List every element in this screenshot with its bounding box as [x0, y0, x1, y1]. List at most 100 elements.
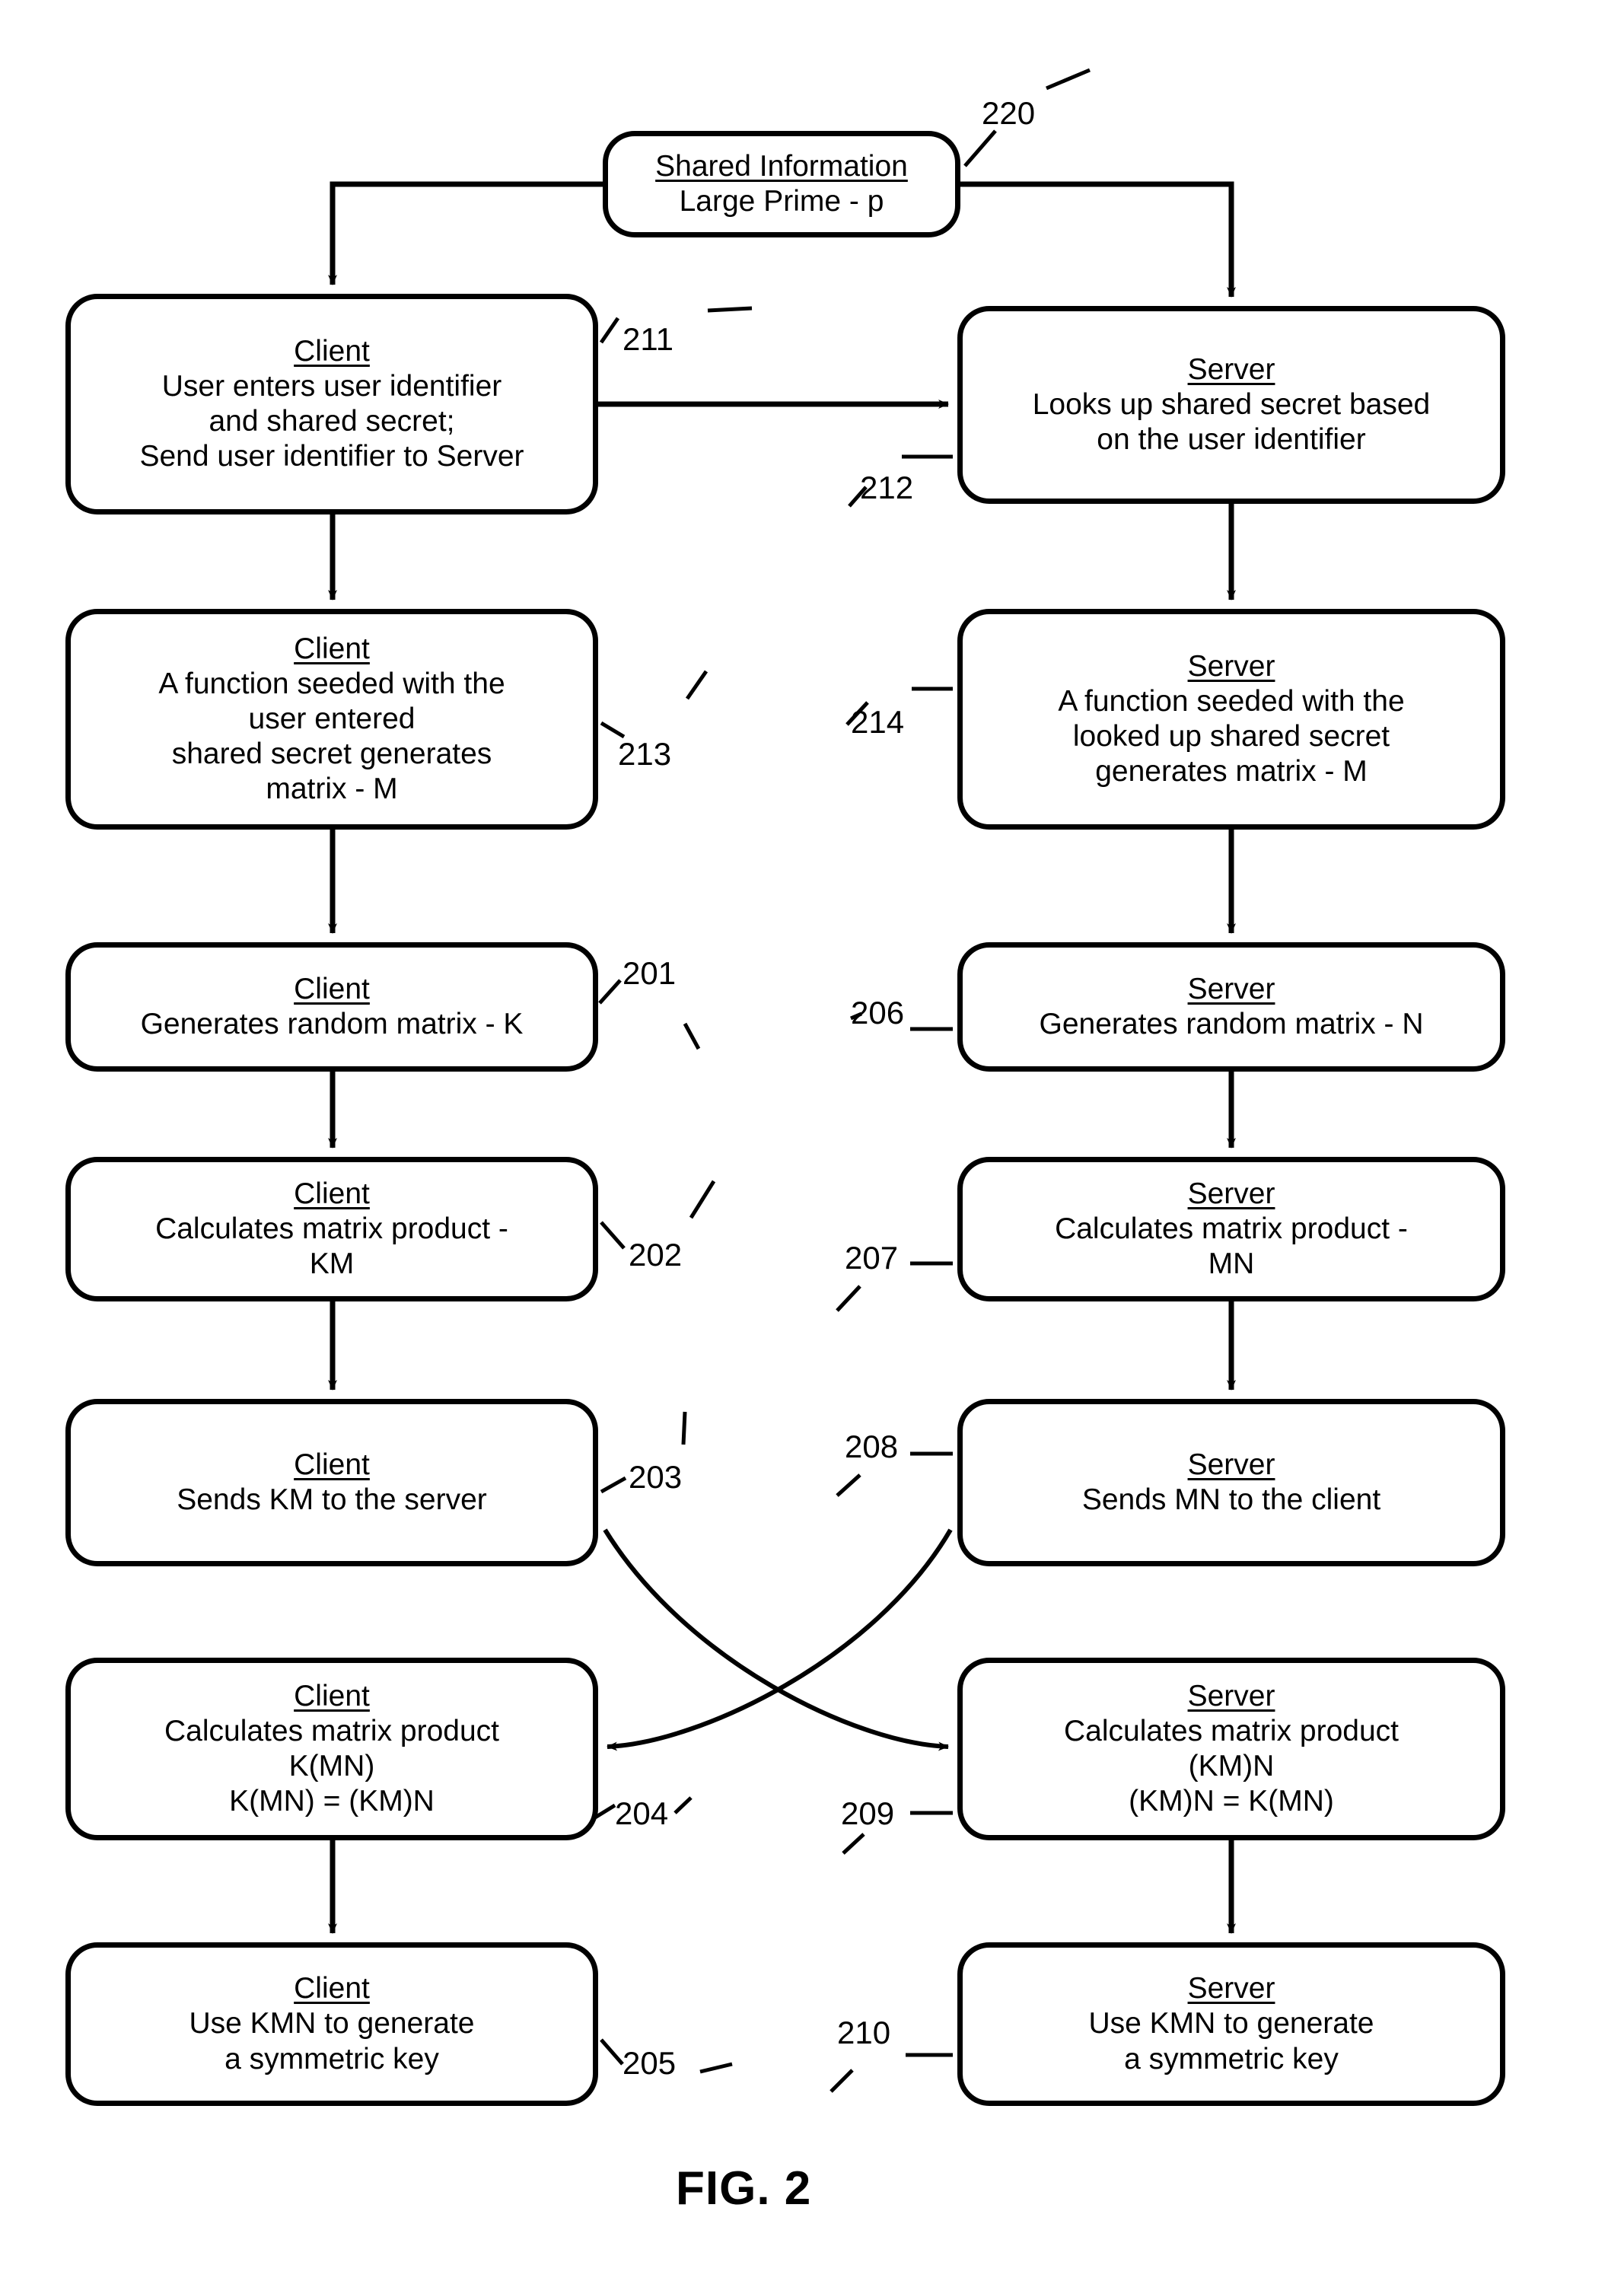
node-line: KM — [309, 1247, 355, 1280]
node-server-symmetric-key[interactable]: Server Use KMN to generate a symmetric k… — [957, 1942, 1505, 2106]
leader-202 — [600, 1221, 626, 1250]
node-client-sends-km[interactable]: Client Sends KM to the server — [65, 1399, 598, 1566]
leader-220 — [963, 129, 997, 167]
wire-203-to-209 — [603, 1528, 949, 1751]
node-role: Client — [294, 1448, 370, 1481]
node-role: Server — [1187, 1972, 1275, 2005]
reference-numeral-214: 214 — [851, 704, 905, 740]
node-line: a symmetric key — [224, 2042, 439, 2076]
leader-213 — [600, 721, 626, 739]
node-role: Client — [294, 334, 370, 368]
reference-numeral-201: 201 — [623, 955, 677, 991]
reference-numeral-208: 208 — [845, 1429, 899, 1464]
leader-201-tail — [683, 1022, 701, 1050]
node-line: A function seeded with the — [158, 667, 505, 700]
node-line: Looks up shared secret based — [1032, 387, 1431, 421]
node-line: generates matrix - M — [1095, 755, 1368, 788]
node-role: Client — [294, 1679, 370, 1712]
node-server-sends-mn[interactable]: Server Sends MN to the client — [957, 1399, 1505, 1566]
node-server-product-mn[interactable]: Server Calculates matrix product - MN — [957, 1157, 1505, 1301]
node-line: Use KMN to generate — [1088, 2007, 1374, 2040]
node-shared-information[interactable]: Shared Information Large Prime - p — [603, 131, 960, 237]
node-client-seeded-function[interactable]: Client A function seeded with the user e… — [65, 609, 598, 830]
node-line: (KM)N = K(MN) — [1129, 1785, 1334, 1818]
node-role: Server — [1187, 972, 1275, 1005]
node-role: Shared Information — [655, 149, 908, 183]
leader-203 — [600, 1476, 627, 1494]
node-client-product-kmn[interactable]: Client Calculates matrix product K(MN) K… — [65, 1658, 598, 1840]
node-line: Calculates matrix product — [1063, 1714, 1399, 1747]
node-line: on the user identifier — [1097, 423, 1366, 456]
node-role: Server — [1187, 1177, 1275, 1210]
node-line: K(MN) = (KM)N — [229, 1785, 435, 1818]
node-server-lookup-secret[interactable]: Server Looks up shared secret based on t… — [957, 306, 1505, 504]
leader-201 — [598, 979, 622, 1005]
wire-shared-to-server — [960, 181, 1236, 298]
node-line: shared secret generates — [171, 738, 492, 770]
reference-numeral-203: 203 — [629, 1459, 683, 1495]
node-line: A function seeded with the — [1058, 684, 1405, 718]
leader-207-tail — [836, 1285, 861, 1312]
node-role: Client — [294, 972, 370, 1005]
leader-220-tail — [1046, 68, 1091, 91]
node-line: Use KMN to generate — [189, 2007, 475, 2040]
reference-numeral-204: 204 — [615, 1795, 669, 1831]
node-line: looked up shared secret — [1072, 720, 1390, 753]
node-server-product-kmn[interactable]: Server Calculates matrix product (KM)N (… — [957, 1658, 1505, 1840]
node-line: Sends KM to the server — [177, 1483, 487, 1516]
node-client-symmetric-key[interactable]: Client Use KMN to generate a symmetric k… — [65, 1942, 598, 2106]
node-line: Large Prime - p — [679, 185, 884, 218]
node-client-product-km[interactable]: Client Calculates matrix product - KM — [65, 1157, 598, 1301]
leader-210-tail — [830, 2069, 854, 2093]
reference-numeral-206: 206 — [851, 995, 905, 1031]
reference-numeral-209: 209 — [841, 1795, 895, 1831]
reference-numeral-220: 220 — [982, 95, 1036, 131]
node-line: matrix - M — [266, 773, 398, 806]
node-line: Generates random matrix - K — [140, 1008, 524, 1040]
node-role: Server — [1187, 352, 1275, 386]
reference-numeral-213: 213 — [618, 736, 672, 772]
node-role: Client — [294, 632, 370, 665]
node-line: (KM)N — [1188, 1750, 1275, 1782]
node-client-enter-credentials[interactable]: Client User enters user identifier and s… — [65, 294, 598, 514]
leader-211-tail — [707, 306, 753, 313]
node-line: Sends MN to the client — [1081, 1483, 1381, 1516]
leader-205-tail — [699, 2062, 733, 2074]
leader-213-tail — [685, 670, 709, 700]
node-server-seeded-function[interactable]: Server A function seeded with the looked… — [957, 609, 1505, 830]
patent-figure-2: Shared Information Large Prime - p Clien… — [0, 0, 1624, 2281]
node-role: Client — [294, 1177, 370, 1210]
leader-202-tail — [689, 1180, 716, 1219]
wire-208-to-204 — [607, 1528, 953, 1751]
node-role: Server — [1187, 1448, 1275, 1481]
node-client-random-matrix-k[interactable]: Client Generates random matrix - K — [65, 942, 598, 1072]
node-line: a symmetric key — [1124, 2042, 1339, 2076]
node-line: Calculates matrix product - — [155, 1212, 508, 1245]
leader-203-tail — [681, 1411, 687, 1445]
node-line: User enters user identifier — [161, 369, 502, 403]
reference-numeral-211: 211 — [623, 321, 673, 357]
wire-shared-to-client — [328, 181, 603, 285]
reference-numeral-202: 202 — [629, 1237, 683, 1273]
node-role: Server — [1187, 649, 1275, 683]
node-line: K(MN) — [288, 1750, 375, 1782]
leader-204-tail — [673, 1796, 693, 1814]
node-role: Client — [294, 1972, 370, 2005]
leader-211 — [599, 317, 620, 344]
node-line: and shared secret; — [209, 405, 455, 438]
reference-numeral-205: 205 — [623, 2045, 677, 2081]
reference-numeral-212: 212 — [860, 470, 914, 505]
node-server-random-matrix-n[interactable]: Server Generates random matrix - N — [957, 942, 1505, 1072]
leader-205 — [600, 2038, 624, 2066]
node-role: Server — [1187, 1679, 1275, 1712]
node-line: user entered — [248, 702, 416, 735]
leader-209-tail — [842, 1833, 865, 1855]
leader-208-tail — [836, 1473, 861, 1497]
reference-numeral-210: 210 — [837, 2015, 891, 2050]
reference-numeral-207: 207 — [845, 1240, 899, 1276]
node-line: MN — [1208, 1247, 1255, 1280]
node-line: Calculates matrix product - — [1055, 1212, 1408, 1245]
node-line: Calculates matrix product — [164, 1714, 499, 1747]
figure-caption: FIG. 2 — [676, 2162, 812, 2215]
node-line: Send user identifier to Server — [139, 440, 524, 473]
